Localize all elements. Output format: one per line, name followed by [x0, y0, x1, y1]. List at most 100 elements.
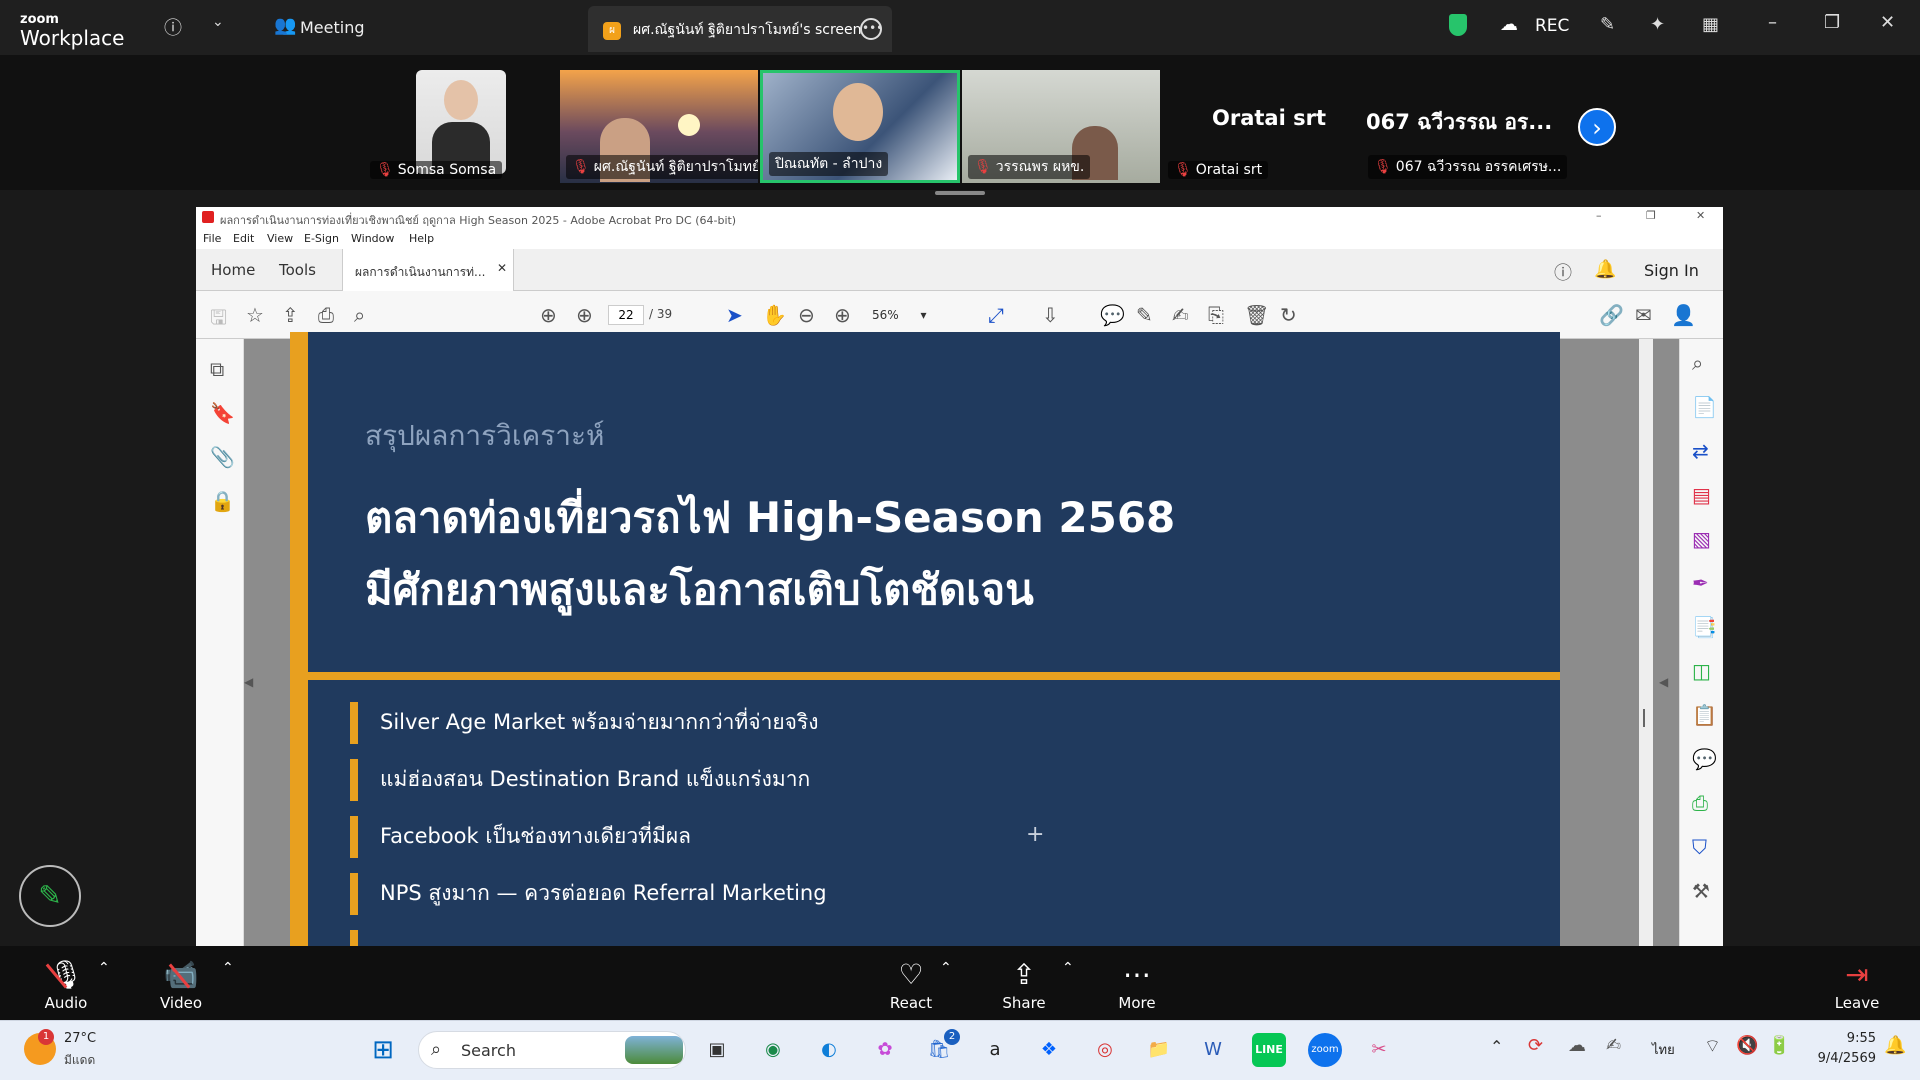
print-icon[interactable]: ⎙	[318, 303, 334, 327]
menu-help[interactable]: Help	[409, 232, 434, 245]
taskbar-search[interactable]: ⌕ Search	[418, 1031, 686, 1069]
ai-companion-icon[interactable]: ✦	[1650, 14, 1665, 35]
line-icon[interactable]: LINE	[1252, 1033, 1286, 1067]
zoom-in-icon[interactable]: ⊕	[834, 303, 851, 327]
restore-icon[interactable]: ❐	[1824, 12, 1840, 33]
menu-window[interactable]: Window	[351, 232, 394, 245]
apps-icon[interactable]: ▦	[1702, 14, 1719, 35]
tray-chevron-up-icon[interactable]: ⌃	[1490, 1037, 1503, 1056]
battery-icon[interactable]: 🔋	[1768, 1035, 1790, 1056]
audio-button[interactable]: 🎙 Audio	[35, 956, 97, 1012]
restore-icon[interactable]: ❐	[1646, 209, 1656, 222]
menu-esign[interactable]: E-Sign	[304, 232, 339, 245]
select-cursor-icon[interactable]: ➤	[726, 303, 743, 327]
chrome-icon[interactable]: ◎	[1088, 1033, 1122, 1067]
close-icon[interactable]: ✕	[1696, 209, 1705, 222]
export-pdf-icon[interactable]: ⇄	[1692, 439, 1709, 463]
wifi-icon[interactable]: ⌔	[1704, 1035, 1721, 1058]
amazon-icon[interactable]: a	[978, 1033, 1012, 1067]
create-pdf-icon[interactable]: 📄	[1692, 395, 1717, 419]
clock-time[interactable]: 9:55	[1826, 1031, 1876, 1046]
scrollbar[interactable]	[1639, 339, 1653, 946]
next-page-icon[interactable]: ⊕	[576, 303, 593, 327]
star-icon[interactable]: ☆	[246, 303, 264, 327]
minimize-icon[interactable]: –	[1596, 209, 1602, 222]
tab-tools[interactable]: Tools	[279, 261, 316, 279]
search-icon[interactable]: ⌕	[354, 303, 365, 327]
leave-button[interactable]: ⇥ Leave	[1826, 956, 1888, 1012]
hand-tool-icon[interactable]: ✋	[762, 303, 787, 327]
annotation-pencil-button[interactable]: ✎	[19, 865, 81, 927]
minimize-icon[interactable]: –	[1768, 12, 1777, 33]
participant-tile[interactable]: 🎙 ผศ.ณัฐนันท์ ฐิติยาปราโมทย์	[560, 70, 758, 183]
windows-start-icon[interactable]: ⊞	[366, 1033, 400, 1067]
tab-document[interactable]: ผลการดำเนินงานการท่... ✕	[342, 249, 514, 291]
participant-tile[interactable]: Oratai srt 🎙 Oratai srt	[1162, 70, 1360, 183]
attachment-icon[interactable]: 📎	[210, 445, 235, 469]
fit-page-icon[interactable]: ⤢	[988, 303, 1004, 327]
participant-tile[interactable]: 🎙 Somsa Somsa	[364, 70, 508, 183]
more-tools-icon[interactable]: ⚒	[1692, 879, 1710, 903]
upload-icon[interactable]: ⇪	[282, 303, 299, 327]
zoom-level-select[interactable]: 56% ▾	[872, 305, 942, 325]
prev-page-icon[interactable]: ⊕	[540, 303, 557, 327]
sign-icon[interactable]: ✍	[1172, 303, 1189, 327]
video-button[interactable]: 📹 Video	[150, 956, 212, 1012]
audio-options-chevron-icon[interactable]: ⌃	[98, 960, 110, 976]
scroll-mode-icon[interactable]: ⇩	[1042, 303, 1059, 327]
help-icon[interactable]: ⓘ	[1554, 259, 1572, 285]
organize-pages-icon[interactable]: ▤	[1692, 483, 1711, 507]
fill-sign-icon[interactable]: ✒	[1692, 571, 1709, 595]
menu-file[interactable]: File	[203, 232, 221, 245]
edit-pdf-icon[interactable]: ▧	[1692, 527, 1711, 551]
comment-icon[interactable]: 💬	[1100, 303, 1125, 327]
highlight-icon[interactable]: ✎	[1136, 303, 1153, 327]
shield-icon[interactable]	[1449, 14, 1467, 36]
edge-icon[interactable]: ◐	[812, 1033, 846, 1067]
pages-icon[interactable]: ⧉	[210, 357, 224, 381]
snipping-tool-icon[interactable]: ✂	[1362, 1033, 1396, 1067]
chevron-down-icon[interactable]: ⌄	[212, 14, 224, 30]
meeting-menu[interactable]: Meeting	[300, 18, 365, 37]
zoom-search-icon[interactable]: ⌕	[1692, 351, 1703, 375]
delete-icon[interactable]: 🗑	[1244, 303, 1269, 327]
app-icon-circle[interactable]: ◉	[756, 1033, 790, 1067]
notification-bell-icon[interactable]: 🔔	[1884, 1035, 1906, 1056]
share-button[interactable]: ⇪ Share	[993, 956, 1055, 1012]
email-icon[interactable]: ✉	[1635, 303, 1652, 327]
pen-tray-icon[interactable]: ✍	[1606, 1035, 1621, 1056]
menu-view[interactable]: View	[267, 232, 293, 245]
participant-tile[interactable]: 🎙 วรรณพร ผหข.	[962, 70, 1160, 183]
share-user-icon[interactable]: 👤	[1671, 303, 1696, 327]
security-icon[interactable]: 🔒	[210, 489, 235, 513]
sign-in-link[interactable]: Sign In	[1644, 261, 1699, 280]
react-options-chevron-icon[interactable]: ⌃	[940, 960, 952, 976]
screen-share-tab[interactable]: ผ ผศ.ณัฐนันท์ ฐิติยาปราโมทย์'s screen ••…	[588, 6, 892, 52]
save-icon[interactable]: 🖫	[210, 303, 227, 337]
collapse-left-icon[interactable]: ◀	[244, 675, 253, 689]
scroll-thumb[interactable]	[1643, 709, 1645, 727]
annotate-icon[interactable]: ✎	[1600, 14, 1615, 35]
more-button[interactable]: ⋯ More	[1106, 956, 1168, 1012]
share-options-icon[interactable]: •••	[860, 18, 883, 40]
participant-tile-active-speaker[interactable]: ปิณณทัต - ลำปาง	[760, 70, 960, 183]
task-view-icon[interactable]: ▣	[700, 1033, 734, 1067]
word-icon[interactable]: W	[1196, 1033, 1230, 1067]
next-page-participants-button[interactable]: ›	[1578, 108, 1616, 146]
video-options-chevron-icon[interactable]: ⌃	[222, 960, 234, 976]
compare-icon[interactable]: ◫	[1692, 659, 1711, 683]
language-indicator[interactable]: ไทย	[1652, 1039, 1675, 1060]
strip-resize-handle[interactable]	[935, 191, 985, 195]
info-icon[interactable]: ⓘ	[164, 14, 182, 40]
tab-close-icon[interactable]: ✕	[497, 261, 507, 275]
page-number-input[interactable]: 22	[608, 305, 644, 325]
print-production-icon[interactable]: ⎙	[1692, 791, 1708, 815]
close-icon[interactable]: ✕	[1880, 12, 1895, 33]
bookmark-icon[interactable]: 🔖	[210, 401, 235, 425]
volume-muted-icon[interactable]: 🔇	[1736, 1035, 1758, 1056]
comment-panel-icon[interactable]: 💬	[1692, 747, 1717, 771]
collapse-right-icon[interactable]: ◀	[1659, 675, 1668, 689]
react-button[interactable]: ♡ React	[880, 956, 942, 1012]
clock-date[interactable]: 9/4/2569	[1806, 1051, 1876, 1066]
protect-icon[interactable]: ⛉	[1692, 835, 1707, 859]
